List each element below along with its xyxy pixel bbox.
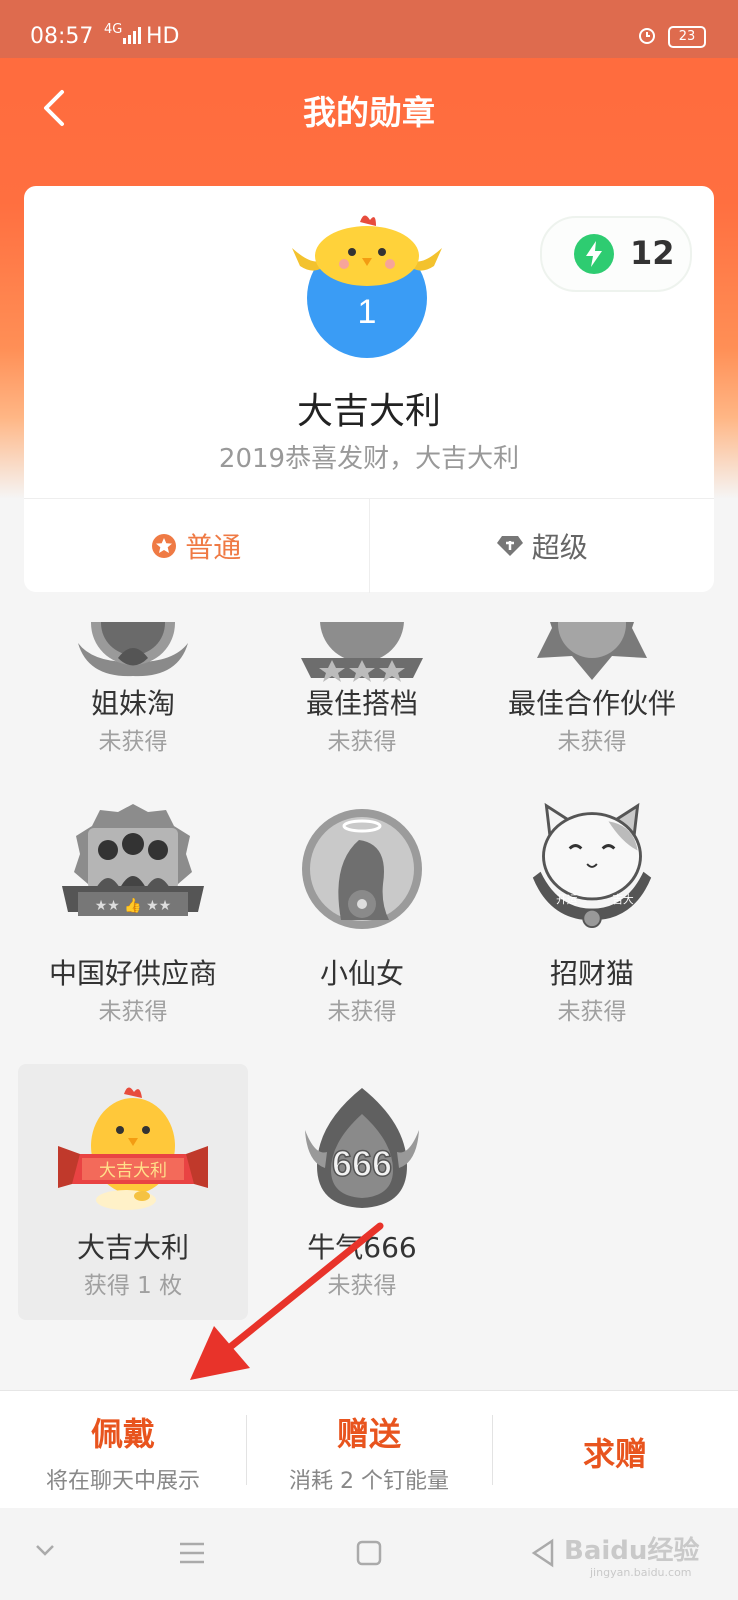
- badge-name: 招财猫: [549, 957, 634, 990]
- energy-balance[interactable]: 12: [540, 216, 692, 292]
- menu-icon[interactable]: [178, 1540, 206, 1566]
- energy-count: 12: [630, 234, 675, 272]
- badge-status: 未获得: [327, 729, 397, 755]
- dajidali-medal-icon: 大吉大利: [58, 1087, 208, 1210]
- back-triangle-icon[interactable]: [530, 1538, 556, 1568]
- status-time: 08:57: [30, 24, 94, 49]
- badge-status: 未获得: [557, 999, 627, 1025]
- gift-button[interactable]: 赠送 消耗 2 个钉能量: [246, 1391, 492, 1509]
- network-type: 4G: [104, 22, 123, 37]
- home-icon[interactable]: [356, 1540, 382, 1566]
- badge-zhaocaimao[interactable]: 开运 吉大 招财猫 未获得: [477, 782, 707, 1038]
- medal-description: 2019恭喜发财，大吉大利: [218, 444, 520, 474]
- action-bar: 佩戴 将在聊天中展示 赠送 消耗 2 个钉能量 求赠: [0, 1390, 738, 1509]
- fairy-medal-icon: [302, 809, 422, 929]
- wear-sub: 将在聊天中展示: [45, 1469, 200, 1494]
- navigation-bar: 我的勋章: [0, 58, 738, 158]
- dajidali-banner-text: 大吉大利: [99, 1161, 167, 1181]
- badge-status: 未获得: [98, 729, 168, 755]
- chevron-down-icon[interactable]: [34, 1542, 56, 1558]
- badge-xiaoxiannv[interactable]: 小仙女 未获得: [247, 782, 477, 1038]
- cat-banner-left: 开运: [556, 893, 578, 906]
- gift-label: 赠送: [336, 1415, 401, 1453]
- badge-zhongguohaogongyingshang[interactable]: ★★ 👍 ★★ 中国好供应商 未获得: [18, 782, 248, 1038]
- partner-medal-icon: [301, 622, 423, 682]
- alarm-icon: [639, 28, 655, 44]
- badge-status: 未获得: [98, 999, 168, 1025]
- badge-name: 最佳搭档: [305, 687, 418, 720]
- badge-jiemeitao[interactable]: 姐妹淘 未获得: [18, 622, 248, 762]
- medal-tabs: 普通 超级: [24, 498, 714, 593]
- cat-banner-right: 吉大: [612, 893, 634, 906]
- badge-zuijiahezuohuoban[interactable]: 最佳合作伙伴 未获得: [477, 622, 707, 762]
- request-button[interactable]: 求赠: [492, 1391, 738, 1509]
- wear-label: 佩戴: [90, 1415, 155, 1453]
- tab-super[interactable]: 超级: [368, 499, 715, 593]
- gift-sub: 消耗 2 个钉能量: [289, 1469, 449, 1494]
- badge-status: 未获得: [557, 729, 627, 755]
- badge-name: 最佳合作伙伴: [507, 687, 676, 720]
- wear-button[interactable]: 佩戴 将在聊天中展示: [0, 1391, 246, 1509]
- sisters-medal-icon: [78, 622, 188, 677]
- flame-666-medal-icon: 666: [305, 1088, 419, 1208]
- watermark: Baidu经验: [564, 1536, 700, 1566]
- lightning-icon: [574, 234, 614, 274]
- cooperation-medal-icon: [537, 622, 647, 680]
- lucky-cat-medal-icon: 开运 吉大: [532, 802, 652, 929]
- request-label: 求赠: [582, 1435, 647, 1473]
- watermark-url: jingyan.baidu.com: [590, 1566, 692, 1579]
- tab-normal[interactable]: 普通: [24, 499, 369, 593]
- badge-name: 小仙女: [319, 957, 404, 990]
- tab-super-label: 超级: [531, 531, 588, 564]
- hd-indicator: HD: [146, 24, 180, 49]
- diamond-icon: [496, 536, 523, 556]
- star-badge-icon: [152, 534, 177, 558]
- badge-status: 未获得: [327, 999, 397, 1025]
- signal-icon: [123, 27, 141, 44]
- niuqi-art-text: 666: [332, 1143, 392, 1184]
- annotation-arrow: [190, 1222, 384, 1380]
- medal-name: 大吉大利: [296, 391, 441, 432]
- svg-text:★★ 👍 ★★: ★★ 👍 ★★: [95, 897, 172, 914]
- badge-name: 中国好供应商: [48, 957, 217, 990]
- badge-zuijiadadang[interactable]: 最佳搭档 未获得: [247, 622, 477, 762]
- featured-medal-icon: 1: [292, 215, 442, 358]
- battery-icon: 23: [668, 26, 706, 48]
- featured-medal-card: 12 1 大吉大利 2019恭喜发财，大吉大利 普通 超级: [24, 186, 714, 593]
- page-title: 我的勋章: [303, 93, 435, 132]
- status-bar: 08:57 4G HD 23: [0, 0, 738, 58]
- tab-normal-label: 普通: [185, 531, 242, 564]
- supplier-medal-icon: ★★ 👍 ★★: [62, 804, 204, 916]
- badge-name: 姐妹淘: [90, 687, 175, 720]
- level-number: 1: [358, 293, 377, 331]
